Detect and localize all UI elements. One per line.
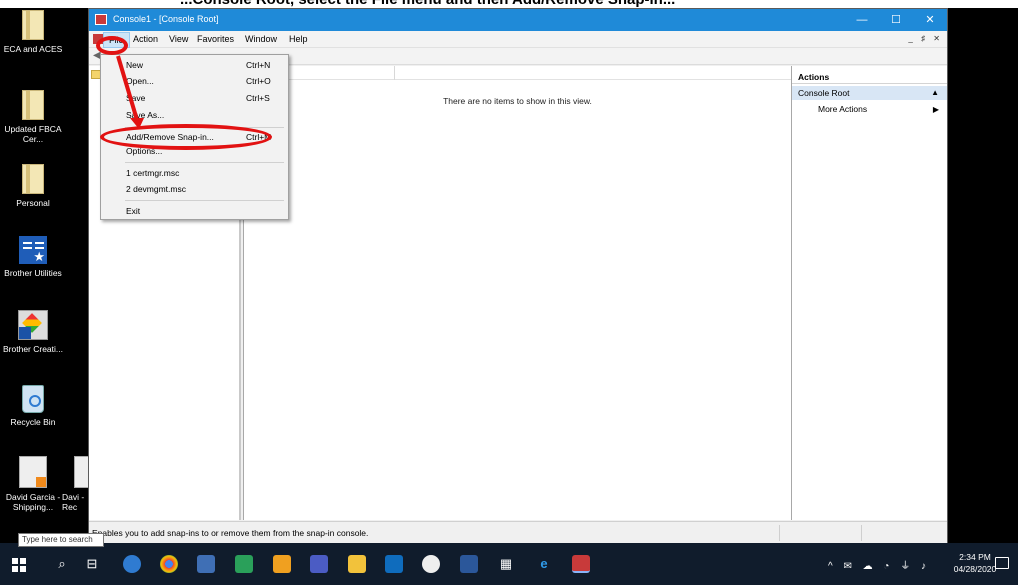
app-icon-5[interactable] bbox=[273, 555, 291, 573]
caption-text: ...Console Root, select the File menu an… bbox=[180, 0, 675, 8]
system-tray[interactable]: ^ ✉ ☁ ◔ ⏚ ♪ bbox=[828, 557, 930, 572]
clock-time: 2:34 PM bbox=[959, 552, 991, 562]
calculator-icon[interactable]: ▦ bbox=[497, 555, 515, 573]
app-icon-1[interactable] bbox=[123, 555, 141, 573]
annotation-arrow-head bbox=[130, 118, 144, 129]
annotation-arrow-line bbox=[116, 55, 139, 121]
taskbar-search-box[interactable]: Type here to search bbox=[18, 533, 104, 547]
task-view-icon[interactable]: ⊟ bbox=[83, 555, 101, 573]
app-icon-3[interactable] bbox=[197, 555, 215, 573]
teams-icon[interactable] bbox=[310, 555, 328, 573]
annotation-arrow bbox=[116, 55, 144, 129]
mmc-taskbar-icon[interactable] bbox=[572, 555, 590, 573]
file-explorer-icon[interactable] bbox=[348, 555, 366, 573]
chrome-icon[interactable] bbox=[160, 555, 178, 573]
search-icon[interactable]: ⌕ bbox=[53, 555, 71, 573]
taskbar: Type here to search ⌕ ⊟ ▦ e ^ ✉ ☁ ◔ ⏚ ♪ … bbox=[0, 533, 1018, 585]
clock-date: 04/28/2020 bbox=[953, 564, 997, 574]
caption-strip: ...Console Root, select the File menu an… bbox=[0, 0, 1018, 8]
internet-explorer-icon[interactable]: e bbox=[535, 555, 553, 573]
app-icon-4[interactable] bbox=[235, 555, 253, 573]
desktop: ECA and ACES Updated FBCA Cer... Persona… bbox=[0, 8, 1018, 543]
itunes-icon[interactable] bbox=[422, 555, 440, 573]
outlook-icon[interactable] bbox=[385, 555, 403, 573]
word-icon[interactable] bbox=[460, 555, 478, 573]
windows-start-icon[interactable] bbox=[12, 558, 26, 572]
clock[interactable]: 2:34 PM 04/28/2020 bbox=[950, 551, 1000, 575]
notification-icon[interactable] bbox=[995, 557, 1009, 569]
